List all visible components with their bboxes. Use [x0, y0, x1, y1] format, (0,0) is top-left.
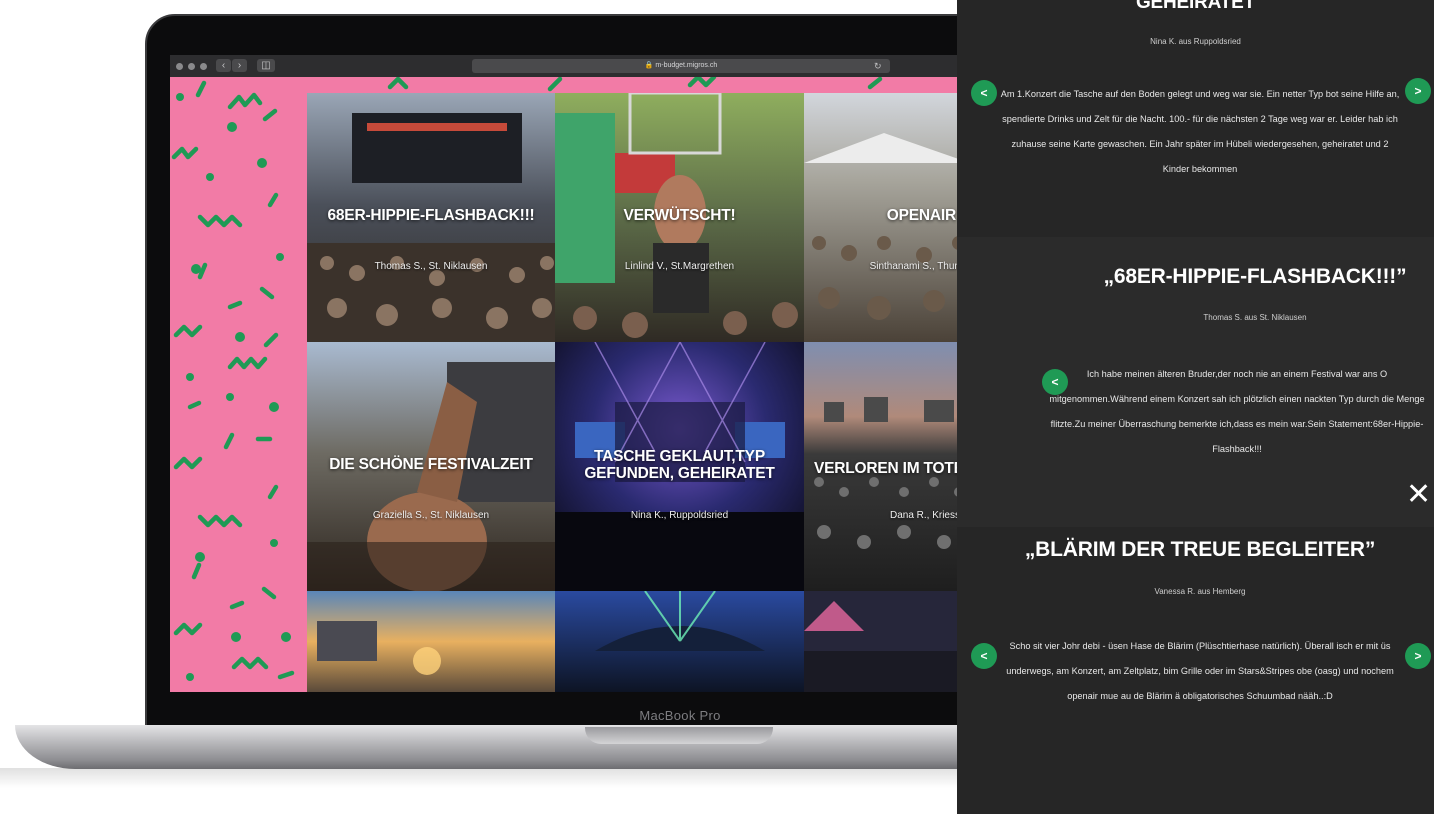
tile-author: Nina K., Ruppoldsried [630, 510, 729, 521]
story-tile-row3-3[interactable] [804, 591, 970, 692]
web-page: 68ER-HIPPIE-FLASHBACK!!! Thomas S., St. … [170, 77, 970, 692]
story-title: „68ER-HIPPIE-FLASHBACK!!!” [1103, 265, 1407, 288]
story-tile-hippie-flashback[interactable]: 68ER-HIPPIE-FLASHBACK!!! Thomas S., St. … [307, 93, 555, 342]
story-tile-verwuetscht[interactable]: VERWÜTSCHT! Linlind V., St.Margrethen [555, 93, 804, 342]
laptop-base [15, 725, 1075, 769]
sidebar-toggle-button[interactable]: ◫ [257, 59, 275, 72]
tile-title: VERWÜTSCHT! [623, 207, 736, 224]
tile-author: Graziella S., St. Niklausen [372, 510, 490, 521]
chevron-left-icon: < [980, 86, 988, 100]
story-tile-row3-1[interactable] [307, 591, 555, 692]
tile-author: Thomas S., St. Niklausen [374, 261, 488, 272]
story-title: „BLÄRIM DER TREUE BEGLEITER” [1024, 538, 1376, 561]
story-tile-totenhosenmeer[interactable]: VERLOREN IM TOTENHOSENMEER Dana R., Krie… [804, 342, 970, 591]
festival-photo [555, 591, 804, 692]
window-zoom-dot[interactable] [200, 63, 207, 70]
prev-story-button[interactable]: < [971, 643, 997, 669]
tile-author: Sinthanami S., Thun [869, 261, 960, 272]
story-tile-tasche-geklaut[interactable]: TASCHE GEKLAUT,TYP GEFUNDEN, GEHEIRATET … [555, 342, 804, 591]
story-text: Scho sit vier Johr debi - üsen Hase de B… [1006, 641, 1394, 701]
chevron-right-icon: > [1414, 649, 1422, 663]
close-icon[interactable]: ✕ [1406, 480, 1431, 510]
forward-button[interactable]: › [232, 59, 247, 72]
tile-title: 68ER-HIPPIE-FLASHBACK!!! [327, 207, 535, 224]
device-label: MacBook Pro [639, 708, 721, 723]
festival-photo [804, 591, 970, 692]
window-minimize-dot[interactable] [188, 63, 195, 70]
story-author: Nina K. aus Ruppoldsried [1150, 37, 1241, 46]
next-story-button[interactable]: > [1405, 643, 1431, 669]
story-author: Vanessa R. aus Hemberg [1154, 587, 1246, 596]
chevron-left-icon: ‹ [221, 60, 226, 71]
story-tile-schoene-festivalzeit[interactable]: DIE SCHÖNE FESTIVALZEIT Graziella S., St… [307, 342, 555, 591]
next-story-button[interactable]: > [1405, 78, 1431, 104]
story-author: Thomas S. aus St. Niklausen [1203, 313, 1307, 322]
url-text: m-budget.migros.ch [655, 62, 718, 69]
address-bar[interactable]: 🔒 m-budget.migros.ch [472, 59, 890, 73]
tile-title: DIE SCHÖNE FESTIVALZEIT [329, 456, 533, 473]
back-button[interactable]: ‹ [216, 59, 231, 72]
lock-icon: 🔒 [644, 62, 654, 69]
chevron-right-icon: > [1414, 84, 1422, 98]
tile-title: TASCHE GEKLAUT,TYP GEFUNDEN, GEHEIRATET [584, 448, 775, 482]
sidebar-icon: ◫ [261, 60, 271, 71]
story-tile-openair[interactable]: OPENAIR Sinthanami S., Thun [804, 93, 970, 342]
prev-story-button[interactable]: < [971, 80, 997, 106]
festival-photo [307, 591, 555, 692]
tile-author: Dana R., Kriess [889, 510, 960, 521]
story-title: GEHEIRATET [1135, 0, 1256, 13]
laptop-notch [585, 727, 773, 744]
chevron-right-icon: › [237, 60, 242, 71]
window-close-dot[interactable] [176, 63, 183, 70]
tile-author: Linlind V., St.Margrethen [624, 261, 735, 272]
story-text: Ich habe meinen älteren Bruder,der noch … [1049, 369, 1425, 454]
tile-title: OPENAIR [886, 207, 956, 224]
tile-title: VERLOREN IM TOTENHOSENMEER [814, 460, 970, 477]
story-tile-row3-2[interactable] [555, 591, 804, 692]
story-text: Am 1.Konzert die Tasche auf den Boden ge… [1000, 89, 1400, 174]
reload-icon[interactable]: ↻ [874, 59, 882, 73]
laptop-shadow [0, 768, 1100, 788]
chevron-left-icon: < [980, 649, 988, 663]
showcase-stage: MacBook Pro ‹ › ◫ 🔒 m-budget.migros.ch ↻ [0, 0, 1434, 814]
